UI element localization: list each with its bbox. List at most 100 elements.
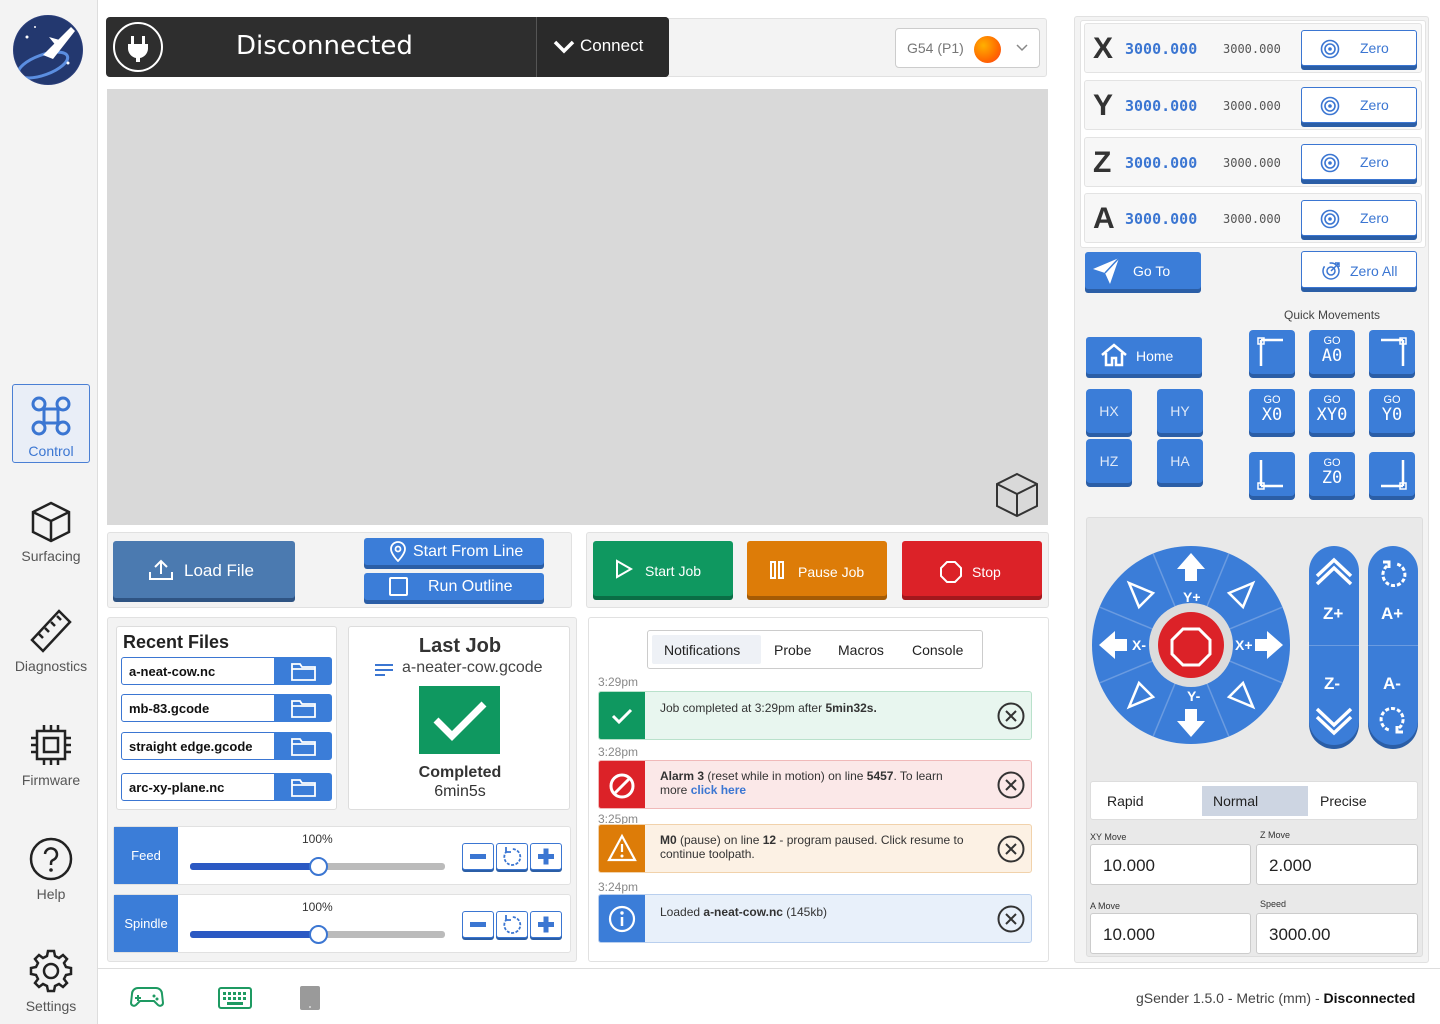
nav-surfacing[interactable]: Surfacing (12, 500, 90, 564)
corner-bottom-left-button[interactable] (1249, 452, 1295, 496)
spindle-increase-button[interactable] (530, 911, 562, 938)
corner-top-left-button[interactable] (1249, 330, 1295, 374)
connection-widget[interactable]: Disconnected Connect (106, 17, 669, 77)
load-file-button[interactable]: Load File (113, 541, 295, 598)
home-y-button[interactable]: HY (1157, 389, 1203, 433)
tab-macros[interactable]: Macros (838, 642, 884, 658)
work-position[interactable]: 3000.000 (1125, 210, 1197, 228)
work-position[interactable]: 3000.000 (1125, 154, 1197, 172)
folder-open-button[interactable] (274, 773, 332, 801)
recent-file-name[interactable]: straight edge.gcode (121, 732, 275, 760)
workspace-select[interactable]: G54 (P1) (895, 28, 1040, 68)
go-a0-button[interactable]: GO A0 (1309, 330, 1355, 374)
run-outline-button[interactable]: Run Outline (364, 573, 544, 600)
spindle-decrease-button[interactable] (462, 911, 494, 938)
gamepad-icon[interactable] (130, 985, 164, 1009)
paper-plane-icon (1093, 257, 1120, 284)
speed-rapid[interactable]: Rapid (1107, 793, 1144, 809)
speed-input[interactable]: 3000.00 (1256, 913, 1418, 954)
pause-job-button[interactable]: Pause Job (747, 541, 887, 596)
tab-console[interactable]: Console (912, 642, 963, 658)
go-to-button[interactable]: Go To (1085, 252, 1201, 289)
feed-slider-handle[interactable] (308, 857, 328, 876)
home-x-button[interactable]: HX (1086, 389, 1132, 433)
go-xy0-button[interactable]: GO XY0 (1309, 389, 1355, 433)
recent-file-name[interactable]: arc-xy-plane.nc (121, 773, 275, 801)
recent-file-item[interactable]: arc-xy-plane.nc (121, 773, 332, 801)
feed-increase-button[interactable] (530, 843, 562, 870)
go-x0-button[interactable]: GO X0 (1249, 389, 1295, 433)
recent-file-item[interactable]: a-neat-cow.nc (121, 657, 332, 685)
tablet-icon[interactable] (299, 985, 321, 1011)
home-a-button[interactable]: HA (1157, 439, 1203, 483)
jog-wheel[interactable] (1091, 545, 1291, 745)
go-z0-button[interactable]: GO Z0 (1309, 452, 1355, 496)
z-move-input[interactable]: 2.000 (1256, 844, 1418, 885)
recent-file-item[interactable]: mb-83.gcode (121, 694, 332, 722)
zero-a-button[interactable]: Zero (1301, 200, 1417, 236)
cube-view-icon[interactable] (995, 472, 1039, 518)
z-minus-button[interactable]: Z- (1324, 674, 1340, 694)
chevron-down-icon (553, 40, 575, 54)
home-z-button[interactable]: HZ (1086, 439, 1132, 483)
zero-y-button[interactable]: Zero (1301, 87, 1417, 123)
notification-time: 3:29pm (598, 675, 639, 689)
work-position[interactable]: 3000.000 (1125, 40, 1197, 58)
notification-bold: a-neat-cow.nc (703, 905, 783, 919)
zero-x-button[interactable]: Zero (1301, 30, 1417, 66)
a-move-label: A Move (1090, 901, 1121, 911)
folder-open-button[interactable] (274, 732, 332, 760)
zero-all-button[interactable]: Zero All (1301, 251, 1417, 288)
start-job-button[interactable]: Start Job (593, 541, 733, 596)
close-icon[interactable] (997, 905, 1025, 933)
spindle-slider-fill (190, 931, 318, 938)
close-icon[interactable] (997, 702, 1025, 730)
notification-bold: 5min32s. (825, 701, 877, 715)
z-plus-button[interactable]: Z+ (1323, 604, 1343, 624)
nav-firmware[interactable]: Firmware (12, 722, 90, 788)
a-minus-button[interactable]: A- (1383, 674, 1401, 694)
xy-move-input[interactable]: 10.000 (1090, 844, 1251, 885)
corner-top-right-button[interactable] (1369, 330, 1415, 374)
tab-notifications[interactable]: Notifications (652, 635, 761, 664)
speed-precise[interactable]: Precise (1320, 793, 1367, 809)
zero-z-button[interactable]: Zero (1301, 144, 1417, 180)
keyboard-icon[interactable] (218, 987, 252, 1009)
folder-open-button[interactable] (274, 694, 332, 722)
recent-file-name[interactable]: a-neat-cow.nc (121, 657, 275, 685)
spindle-reset-button[interactable] (496, 911, 528, 938)
a-plus-button[interactable]: A+ (1381, 604, 1403, 624)
corner-bottom-right-button[interactable] (1369, 452, 1415, 496)
nav-settings[interactable]: Settings (12, 948, 90, 1014)
close-icon[interactable] (997, 771, 1025, 799)
feed-reset-button[interactable] (496, 843, 528, 870)
stop-label: Stop (972, 564, 1001, 580)
work-position[interactable]: 3000.000 (1125, 97, 1197, 115)
folder-open-button[interactable] (274, 657, 332, 685)
feed-decrease-button[interactable] (462, 843, 494, 870)
axis-letter: Y (1093, 89, 1114, 122)
recent-file-name[interactable]: mb-83.gcode (121, 694, 275, 722)
tab-probe[interactable]: Probe (774, 642, 811, 658)
nav-help[interactable]: Help (12, 836, 90, 902)
folder-icon (291, 738, 316, 756)
a-move-input[interactable]: 10.000 (1090, 913, 1251, 954)
home-button[interactable]: Home (1086, 337, 1202, 374)
jog-y-plus-label: Y+ (1183, 589, 1201, 605)
visualizer[interactable] (107, 89, 1048, 525)
stop-button[interactable]: Stop (902, 541, 1042, 596)
corner-bottom-right-icon (1381, 460, 1407, 490)
feed-slider[interactable] (190, 857, 445, 876)
learn-more-link[interactable]: click here (691, 783, 746, 797)
recent-file-item[interactable]: straight edge.gcode (121, 732, 332, 760)
start-from-line-button[interactable]: Start From Line (364, 538, 544, 565)
speed-normal[interactable]: Normal (1202, 786, 1308, 816)
nav-diagnostics[interactable]: Diagnostics (12, 608, 90, 674)
spindle-slider[interactable] (190, 925, 445, 944)
go-y0-button[interactable]: GO Y0 (1369, 389, 1415, 433)
notification-text: (pause) on line (676, 833, 763, 847)
spindle-slider-handle[interactable] (308, 925, 328, 944)
connect-button[interactable]: Connect (536, 17, 669, 77)
nav-control[interactable]: Control (12, 384, 90, 463)
close-icon[interactable] (997, 835, 1025, 863)
